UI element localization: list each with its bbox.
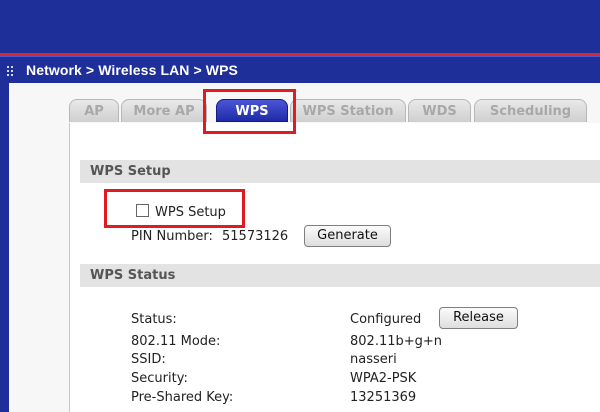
pin-number-label: PIN Number: <box>131 229 213 244</box>
psk-label: Pre-Shared Key: <box>131 390 234 405</box>
breadcrumb-bar: Network > Wireless LAN > WPS <box>0 56 600 84</box>
tab-wps[interactable]: WPS <box>216 99 288 122</box>
tab-more-ap[interactable]: More AP <box>121 99 207 122</box>
pin-number-value: 51573126 <box>222 229 289 244</box>
tab-wps-station[interactable]: WPS Station <box>290 99 406 122</box>
psk-value: 13251369 <box>350 390 417 405</box>
generate-button[interactable]: Generate <box>304 225 391 247</box>
ssid-label: SSID: <box>131 352 166 367</box>
tab-scheduling[interactable]: Scheduling <box>474 99 587 122</box>
breadcrumb: Network > Wireless LAN > WPS <box>26 62 238 78</box>
security-value: WPA2-PSK <box>350 371 417 386</box>
status-value: Configured <box>350 312 422 327</box>
tab-ap[interactable]: AP <box>69 99 119 122</box>
breadcrumb-grip-icon <box>7 66 16 76</box>
ssid-value: nasseri <box>350 352 397 367</box>
mode-value: 802.11b+g+n <box>350 334 443 349</box>
wps-setup-header: WPS Setup <box>80 160 600 183</box>
security-label: Security: <box>131 371 188 386</box>
mode-label: 802.11 Mode: <box>131 334 221 349</box>
top-banner <box>0 0 600 54</box>
left-rail <box>0 83 9 412</box>
wps-setup-label: WPS Setup <box>155 205 226 220</box>
wps-status-header: WPS Status <box>80 264 600 287</box>
wps-setup-checkbox[interactable] <box>136 204 149 217</box>
release-button[interactable]: Release <box>439 307 518 329</box>
tab-wds[interactable]: WDS <box>408 99 471 122</box>
status-label: Status: <box>131 312 177 327</box>
